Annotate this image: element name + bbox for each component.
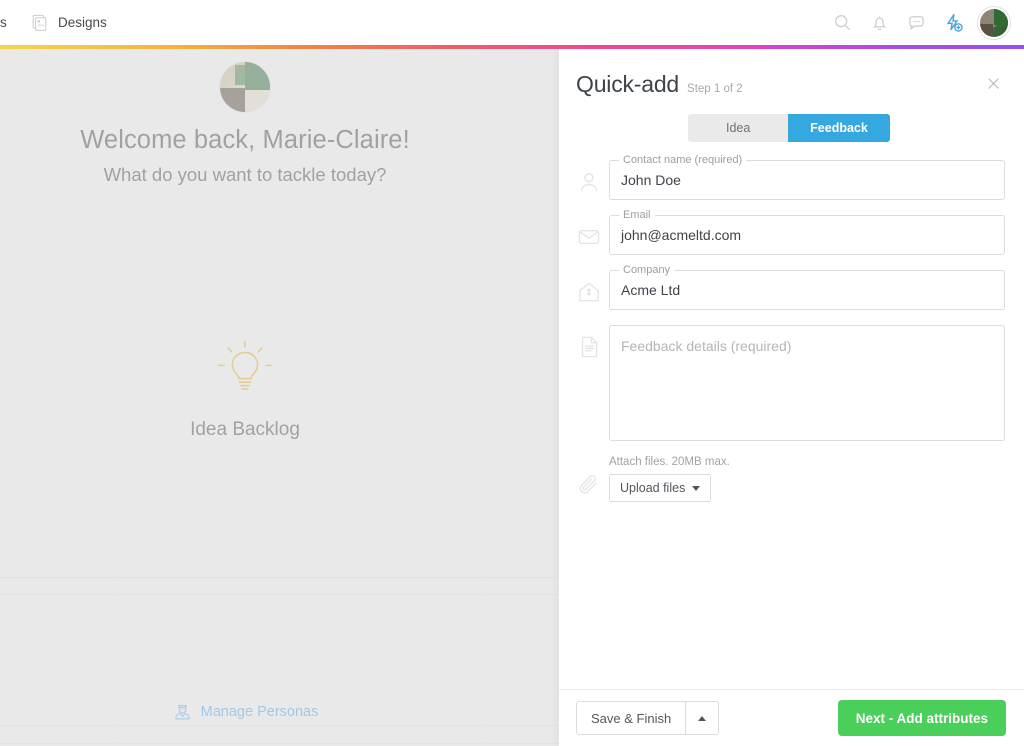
email-value: john@acmeltd.com <box>621 227 742 243</box>
person-icon <box>576 169 602 195</box>
manage-personas-link[interactable]: Manage Personas <box>0 701 490 722</box>
page-title: Quick-add <box>576 71 680 97</box>
nav-item-designs[interactable]: Designs <box>16 0 121 45</box>
email-legend: Email <box>619 209 655 221</box>
quick-add-icon[interactable] <box>943 12 964 33</box>
upload-files-button[interactable]: Upload files <box>609 474 712 502</box>
contact-name-value: John Doe <box>621 172 681 188</box>
quick-add-form: Contact name (required) John Doe Email j… <box>559 142 1024 502</box>
panel-title-row: Quick-add Step 1 of 2 <box>576 71 1002 98</box>
gradient-divider <box>0 45 1024 49</box>
step-indicator: Step 1 of 2 <box>687 83 743 95</box>
save-and-finish-button[interactable]: Save & Finish <box>576 701 686 735</box>
tab-idea[interactable]: Idea <box>688 114 789 142</box>
email-input[interactable]: Email john@acmeltd.com <box>609 209 1005 255</box>
company-input[interactable]: Company Acme Ltd <box>609 264 1005 310</box>
feedback-details-textarea[interactable]: Feedback details (required) <box>609 325 1005 441</box>
contact-name-input[interactable]: Contact name (required) John Doe <box>609 154 1005 200</box>
nav-item-clipped[interactable]: s <box>0 0 16 45</box>
welcome-avatar <box>220 62 270 112</box>
nav-item-clipped-label: s <box>0 15 7 30</box>
welcome-title: Welcome back, Marie-Claire! <box>80 126 410 154</box>
manage-personas-label: Manage Personas <box>200 703 319 720</box>
panel-footer: Save & Finish Next - Add attributes <box>559 689 1024 746</box>
nav-right-group <box>832 0 1024 45</box>
field-company: Company Acme Ltd <box>576 264 1005 310</box>
idea-backlog-card[interactable]: Idea Backlog <box>0 337 490 441</box>
attach-body: Attach files. 20MB max. Upload files <box>609 456 1005 502</box>
lightbulb-icon <box>214 337 276 399</box>
panel-header: Quick-add Step 1 of 2 Idea Feedback <box>559 49 1024 142</box>
type-toggle: Idea Feedback <box>576 114 1002 142</box>
company-legend: Company <box>619 264 675 276</box>
idea-backlog-label: Idea Backlog <box>190 419 300 440</box>
field-contact-name: Contact name (required) John Doe <box>576 154 1005 200</box>
save-and-finish-split-button: Save & Finish <box>576 701 720 735</box>
persona-icon <box>172 701 193 722</box>
attach-hint: Attach files. 20MB max. <box>609 456 730 468</box>
designs-icon <box>30 13 49 32</box>
building-icon <box>576 279 602 305</box>
chevron-up-icon <box>698 715 707 721</box>
upload-files-label: Upload files <box>620 481 686 495</box>
chevron-down-icon <box>692 485 701 491</box>
avatar[interactable] <box>980 8 1008 37</box>
field-attachments: Attach files. 20MB max. Upload files <box>576 456 1005 502</box>
envelope-icon <box>576 224 602 250</box>
close-icon[interactable] <box>985 75 1002 92</box>
search-icon[interactable] <box>832 12 853 33</box>
tab-feedback[interactable]: Feedback <box>788 114 890 142</box>
field-feedback-details: Feedback details (required) <box>576 325 1005 441</box>
next-add-attributes-button[interactable]: Next - Add attributes <box>837 700 1006 736</box>
contact-name-legend: Contact name (required) <box>619 154 747 166</box>
field-email: Email john@acmeltd.com <box>576 209 1005 255</box>
app-root: s Designs Welcome back, Marie-Claire! Wh… <box>0 0 1024 746</box>
top-navigation-bar: s Designs <box>0 0 1024 45</box>
bell-icon[interactable] <box>869 12 890 33</box>
type-toggle-group: Idea Feedback <box>688 114 890 142</box>
chat-icon[interactable] <box>906 12 927 33</box>
document-icon <box>576 334 602 360</box>
nav-left-group: s Designs <box>0 0 121 45</box>
welcome-subtitle: What do you want to tackle today? <box>103 164 387 185</box>
company-value: Acme Ltd <box>621 282 681 298</box>
quick-add-panel: Quick-add Step 1 of 2 Idea Feedback Cont… <box>558 49 1024 746</box>
save-options-toggle[interactable] <box>685 701 720 735</box>
paperclip-icon <box>576 472 602 498</box>
welcome-block: Welcome back, Marie-Claire! What do you … <box>0 62 490 186</box>
feedback-details-placeholder: Feedback details (required) <box>621 338 792 354</box>
dashboard-content: Welcome back, Marie-Claire! What do you … <box>0 49 558 746</box>
nav-item-designs-label: Designs <box>58 15 107 30</box>
